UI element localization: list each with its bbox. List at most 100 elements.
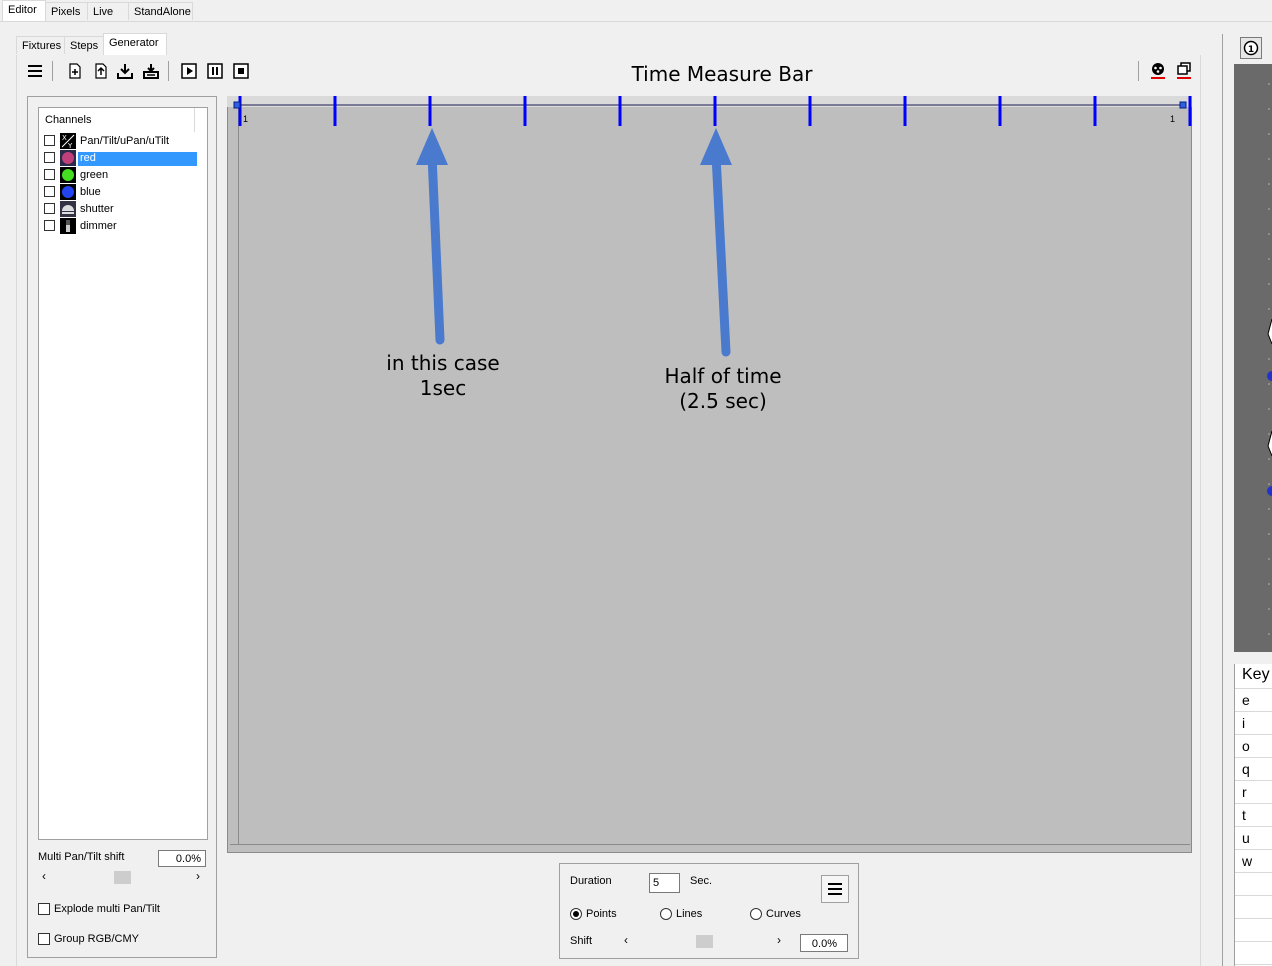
tab-label: StandAlone — [134, 6, 191, 18]
toolbar-separator — [1138, 61, 1139, 81]
open-icon — [95, 63, 107, 79]
pause-button[interactable] — [206, 62, 224, 80]
key-row[interactable]: o — [1235, 735, 1272, 758]
preview-dot — [1268, 258, 1270, 260]
stop-button[interactable] — [232, 62, 250, 80]
key-row[interactable]: u — [1235, 827, 1272, 850]
hamburger-icon — [28, 65, 42, 77]
tab-label: Live — [93, 6, 114, 18]
shift-input[interactable]: 0.0% — [800, 934, 848, 952]
import-icon — [117, 64, 133, 79]
points-radio[interactable] — [570, 908, 582, 920]
scroll-thumb[interactable] — [696, 935, 713, 948]
main-tab-bar: Editor Pixels Live StandAlone — [0, 0, 1272, 22]
key-row[interactable]: r — [1235, 781, 1272, 804]
info-button[interactable]: 1 — [1240, 37, 1262, 59]
annotation-text: in this case — [386, 351, 500, 375]
tab-steps[interactable]: Steps — [64, 36, 104, 54]
annotation-left: in this case 1sec — [363, 351, 523, 401]
scroll-thumb[interactable] — [114, 871, 131, 884]
options-menu-button[interactable] — [821, 875, 849, 903]
stop-icon — [233, 63, 249, 79]
arrow-left-head — [416, 128, 448, 165]
channels-header: Channels — [45, 114, 92, 126]
new-icon — [69, 63, 81, 79]
channel-checkbox[interactable] — [44, 203, 55, 214]
export-button[interactable] — [142, 62, 160, 80]
curves-radio[interactable] — [750, 908, 762, 920]
channel-checkbox[interactable] — [44, 152, 55, 163]
preview-dot — [1268, 308, 1270, 310]
annotation-text: (2.5 sec) — [679, 389, 767, 413]
window-button[interactable] — [1175, 62, 1193, 80]
preview-dot — [1268, 158, 1270, 160]
channel-checkbox[interactable] — [44, 169, 55, 180]
duration-label: Duration — [570, 875, 612, 887]
arrow-right-shaft — [711, 150, 731, 357]
preview-area — [1234, 64, 1272, 652]
toolbar-separator — [168, 61, 169, 81]
dmx-output-button[interactable] — [1149, 62, 1167, 80]
points-label: Points — [586, 908, 617, 920]
toolbar-separator — [52, 61, 53, 81]
tab-label: Pixels — [51, 6, 81, 18]
scroll-right-icon[interactable]: › — [777, 933, 781, 947]
tab-standalone[interactable]: StandAlone — [128, 2, 193, 20]
channel-row-blue[interactable]: blue — [43, 184, 195, 200]
explode-checkbox[interactable] — [38, 903, 50, 915]
play-button[interactable] — [180, 62, 198, 80]
tab-live[interactable]: Live — [87, 2, 129, 20]
tab-generator[interactable]: Generator — [103, 33, 167, 55]
export-icon — [143, 64, 159, 79]
scroll-left-icon[interactable]: ‹ — [42, 869, 46, 883]
key-row[interactable]: w — [1235, 850, 1272, 873]
end-label: 1 — [1170, 114, 1175, 124]
group-rgb-label: Group RGB/CMY — [54, 933, 139, 945]
tab-editor[interactable]: Editor — [2, 0, 46, 21]
start-handle[interactable] — [233, 101, 241, 109]
key-row[interactable]: i — [1235, 712, 1272, 735]
open-button[interactable] — [92, 62, 110, 80]
lines-radio[interactable] — [660, 908, 672, 920]
preview-dot — [1268, 533, 1270, 535]
duration-input[interactable]: 5 — [649, 873, 680, 893]
key-row-empty — [1235, 919, 1272, 942]
menu-button[interactable] — [26, 62, 44, 80]
key-row[interactable]: e — [1235, 689, 1272, 712]
tab-pixels[interactable]: Pixels — [45, 2, 88, 20]
import-button[interactable] — [116, 62, 134, 80]
preview-dot — [1268, 83, 1270, 85]
key-row[interactable]: t — [1235, 804, 1272, 827]
channel-row-shutter[interactable]: shutter — [43, 201, 195, 217]
tab-fixtures[interactable]: Fixtures — [16, 36, 65, 54]
splitter[interactable] — [1222, 34, 1223, 966]
toolbar-title: Time Measure Bar — [631, 62, 813, 86]
channel-row-dimmer[interactable]: dimmer — [43, 218, 195, 234]
shift-scrollbar[interactable]: ‹ › — [620, 933, 790, 950]
group-rgb-checkbox[interactable] — [38, 933, 50, 945]
scroll-left-icon[interactable]: ‹ — [624, 933, 628, 947]
channel-checkbox[interactable] — [44, 135, 55, 146]
preview-dot — [1268, 108, 1270, 110]
key-row[interactable]: q — [1235, 758, 1272, 781]
tab-label: Steps — [70, 40, 99, 52]
channel-checkbox[interactable] — [44, 220, 55, 231]
duration-unit: Sec. — [690, 875, 713, 887]
channel-checkbox[interactable] — [44, 186, 55, 197]
scroll-right-icon[interactable]: › — [196, 869, 200, 883]
channel-label: shutter — [80, 203, 114, 215]
shift-label: Shift — [570, 935, 593, 947]
new-button[interactable] — [66, 62, 84, 80]
preview-dot — [1268, 633, 1270, 635]
end-handle[interactable] — [1179, 101, 1187, 109]
channel-row-green[interactable]: green — [43, 167, 195, 183]
arrow-left-shaft — [427, 150, 445, 345]
channel-row-red[interactable]: red — [43, 150, 197, 166]
annotation-right: Half of time (2.5 sec) — [633, 364, 813, 414]
channel-label: blue — [80, 186, 101, 198]
channel-row-pan-tilt[interactable]: XY Pan/Tilt/uPan/uTilt — [43, 133, 195, 149]
curves-label: Curves — [766, 908, 801, 920]
preview-dot — [1268, 283, 1270, 285]
multi-shift-input[interactable]: 0.0% — [158, 850, 206, 867]
multi-shift-scrollbar[interactable]: ‹ › — [38, 869, 208, 886]
